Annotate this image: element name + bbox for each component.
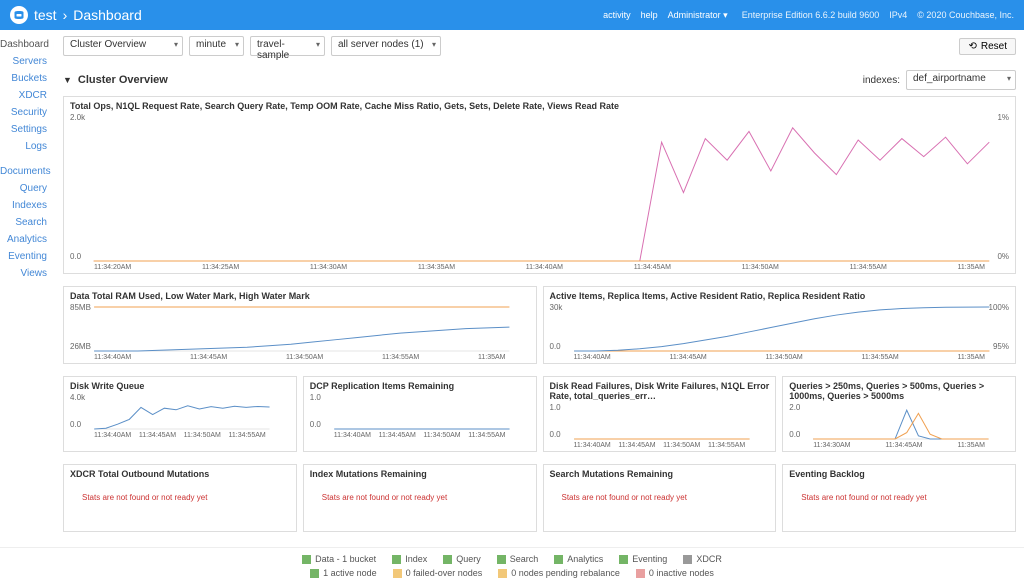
chart-title: DCP Replication Items Remaining bbox=[304, 377, 536, 393]
interval-select[interactable]: minute bbox=[189, 36, 244, 56]
legend-item: Search bbox=[497, 554, 539, 564]
sidebar-item-query[interactable]: Query bbox=[0, 180, 55, 197]
chart-panel-failures: Disk Read Failures, Disk Write Failures,… bbox=[543, 376, 777, 452]
section-title: Cluster Overview bbox=[78, 74, 168, 86]
toolbar: Cluster Overview minute travel-sample al… bbox=[63, 36, 1016, 56]
chart-title: Disk Read Failures, Disk Write Failures,… bbox=[544, 377, 776, 403]
indexes-select[interactable]: def_airportname bbox=[906, 70, 1016, 90]
ip-mode: IPv4 bbox=[889, 10, 907, 20]
placeholder-panel: Index Mutations RemainingStats are not f… bbox=[303, 464, 537, 532]
legend-item: XDCR bbox=[683, 554, 722, 564]
swatch-icon bbox=[497, 555, 506, 564]
legend-item: 0 nodes pending rebalance bbox=[498, 568, 620, 578]
indexes-picker: indexes: def_airportname bbox=[863, 70, 1016, 90]
sidebar-item-analytics[interactable]: Analytics bbox=[0, 231, 55, 248]
topbar-links: activity help Administrator ▾ bbox=[603, 10, 728, 21]
user-menu[interactable]: Administrator ▾ bbox=[668, 10, 728, 21]
topbar-right: activity help Administrator ▾ Enterprise… bbox=[603, 10, 1014, 21]
scope-select[interactable]: Cluster Overview bbox=[63, 36, 183, 56]
reset-icon: ⟲ bbox=[968, 41, 976, 52]
swatch-icon bbox=[554, 555, 563, 564]
sidebar-item-search[interactable]: Search bbox=[0, 214, 55, 231]
legend-item: 0 failed-over nodes bbox=[393, 568, 483, 578]
sidebar-item-security[interactable]: Security bbox=[0, 104, 55, 121]
swatch-icon bbox=[392, 555, 401, 564]
edition-text: Enterprise Edition 6.6.2 build 9600 bbox=[742, 10, 880, 20]
stats-not-ready: Stats are not found or not ready yet bbox=[783, 481, 1015, 502]
legend-item: 0 inactive nodes bbox=[636, 568, 714, 578]
content: Cluster Overview minute travel-sample al… bbox=[55, 30, 1024, 578]
stats-not-ready: Stats are not found or not ready yet bbox=[64, 481, 296, 502]
sidebar-item-dashboard[interactable]: Dashboard bbox=[0, 36, 55, 53]
reset-button[interactable]: ⟲Reset bbox=[959, 38, 1016, 55]
chevron-right-icon: › bbox=[63, 7, 68, 23]
swatch-icon bbox=[393, 569, 402, 578]
chart-title: Eventing Backlog bbox=[783, 465, 1015, 481]
swatch-icon bbox=[498, 569, 507, 578]
legend-item: Index bbox=[392, 554, 427, 564]
bucket-select[interactable]: travel-sample bbox=[250, 36, 325, 56]
legend-item: 1 active node bbox=[310, 568, 377, 578]
page-title: Dashboard bbox=[73, 7, 142, 23]
sidebar-item-indexes[interactable]: Indexes bbox=[0, 197, 55, 214]
legend-item: Eventing bbox=[619, 554, 667, 564]
chart-title: Queries > 250ms, Queries > 500ms, Querie… bbox=[783, 377, 1015, 403]
sidebar-item-eventing[interactable]: Eventing bbox=[0, 248, 55, 265]
swatch-icon bbox=[636, 569, 645, 578]
chart-title: Index Mutations Remaining bbox=[304, 465, 536, 481]
placeholder-panel: Search Mutations RemainingStats are not … bbox=[543, 464, 777, 532]
sidebar-item-settings[interactable]: Settings bbox=[0, 121, 55, 138]
footer: Data - 1 bucket Index Query Search Analytics… bbox=[0, 547, 1024, 584]
placeholder-panel: XDCR Total Outbound MutationsStats are n… bbox=[63, 464, 297, 532]
caret-down-icon[interactable]: ▼ bbox=[63, 75, 72, 85]
chart-panel-queries: Queries > 250ms, Queries > 500ms, Querie… bbox=[782, 376, 1016, 452]
legend-item: Query bbox=[443, 554, 481, 564]
chart-panel-total-ops: Total Ops, N1QL Request Rate, Search Que… bbox=[63, 96, 1016, 274]
activity-link[interactable]: activity bbox=[603, 10, 631, 21]
breadcrumb: test › Dashboard bbox=[10, 6, 142, 24]
chart-panel-items: Active Items, Replica Items, Active Resi… bbox=[543, 286, 1017, 364]
chart-title: Search Mutations Remaining bbox=[544, 465, 776, 481]
sidebar-item-servers[interactable]: Servers bbox=[0, 53, 55, 70]
sidebar-item-logs[interactable]: Logs bbox=[0, 138, 55, 155]
indexes-label: indexes: bbox=[863, 75, 900, 86]
stats-not-ready: Stats are not found or not ready yet bbox=[304, 481, 536, 502]
copyright: © 2020 Couchbase, Inc. bbox=[917, 10, 1014, 20]
swatch-icon bbox=[683, 555, 692, 564]
sidebar-item-xdcr[interactable]: XDCR bbox=[0, 87, 55, 104]
nodes-select[interactable]: all server nodes (1) bbox=[331, 36, 441, 56]
chart-title: Data Total RAM Used, Low Water Mark, Hig… bbox=[64, 287, 536, 303]
swatch-icon bbox=[619, 555, 628, 564]
topbar: test › Dashboard activity help Administr… bbox=[0, 0, 1024, 30]
sidebar-item-buckets[interactable]: Buckets bbox=[0, 70, 55, 87]
chart-body: 2.0k 0.0 1% 0% 11:34:20AM11:34:25AM11:34… bbox=[64, 113, 1015, 273]
chart-panel-disk-write: Disk Write Queue 4.0k 0.0 11:34:40AM11:3… bbox=[63, 376, 297, 452]
sidebar-item-views[interactable]: Views bbox=[0, 265, 55, 282]
chart-panel-dcp: DCP Replication Items Remaining 1.0 0.0 … bbox=[303, 376, 537, 452]
placeholder-panel: Eventing BacklogStats are not found or n… bbox=[782, 464, 1016, 532]
swatch-icon bbox=[302, 555, 311, 564]
section-header: ▼ Cluster Overview indexes: def_airportn… bbox=[63, 70, 1016, 90]
cluster-name[interactable]: test bbox=[34, 7, 57, 23]
chart-title: Disk Write Queue bbox=[64, 377, 296, 393]
logo-icon bbox=[10, 6, 28, 24]
chart-title: Active Items, Replica Items, Active Resi… bbox=[544, 287, 1016, 303]
legend-item: Analytics bbox=[554, 554, 603, 564]
chart-panel-ram: Data Total RAM Used, Low Water Mark, Hig… bbox=[63, 286, 537, 364]
sidebar: DashboardServersBucketsXDCRSecuritySetti… bbox=[0, 30, 55, 578]
help-link[interactable]: help bbox=[641, 10, 658, 21]
swatch-icon bbox=[443, 555, 452, 564]
stats-not-ready: Stats are not found or not ready yet bbox=[544, 481, 776, 502]
legend-item: Data - 1 bucket bbox=[302, 554, 376, 564]
sidebar-item-documents[interactable]: Documents bbox=[0, 163, 55, 180]
swatch-icon bbox=[310, 569, 319, 578]
chart-title: Total Ops, N1QL Request Rate, Search Que… bbox=[64, 97, 1015, 113]
chart-title: XDCR Total Outbound Mutations bbox=[64, 465, 296, 481]
